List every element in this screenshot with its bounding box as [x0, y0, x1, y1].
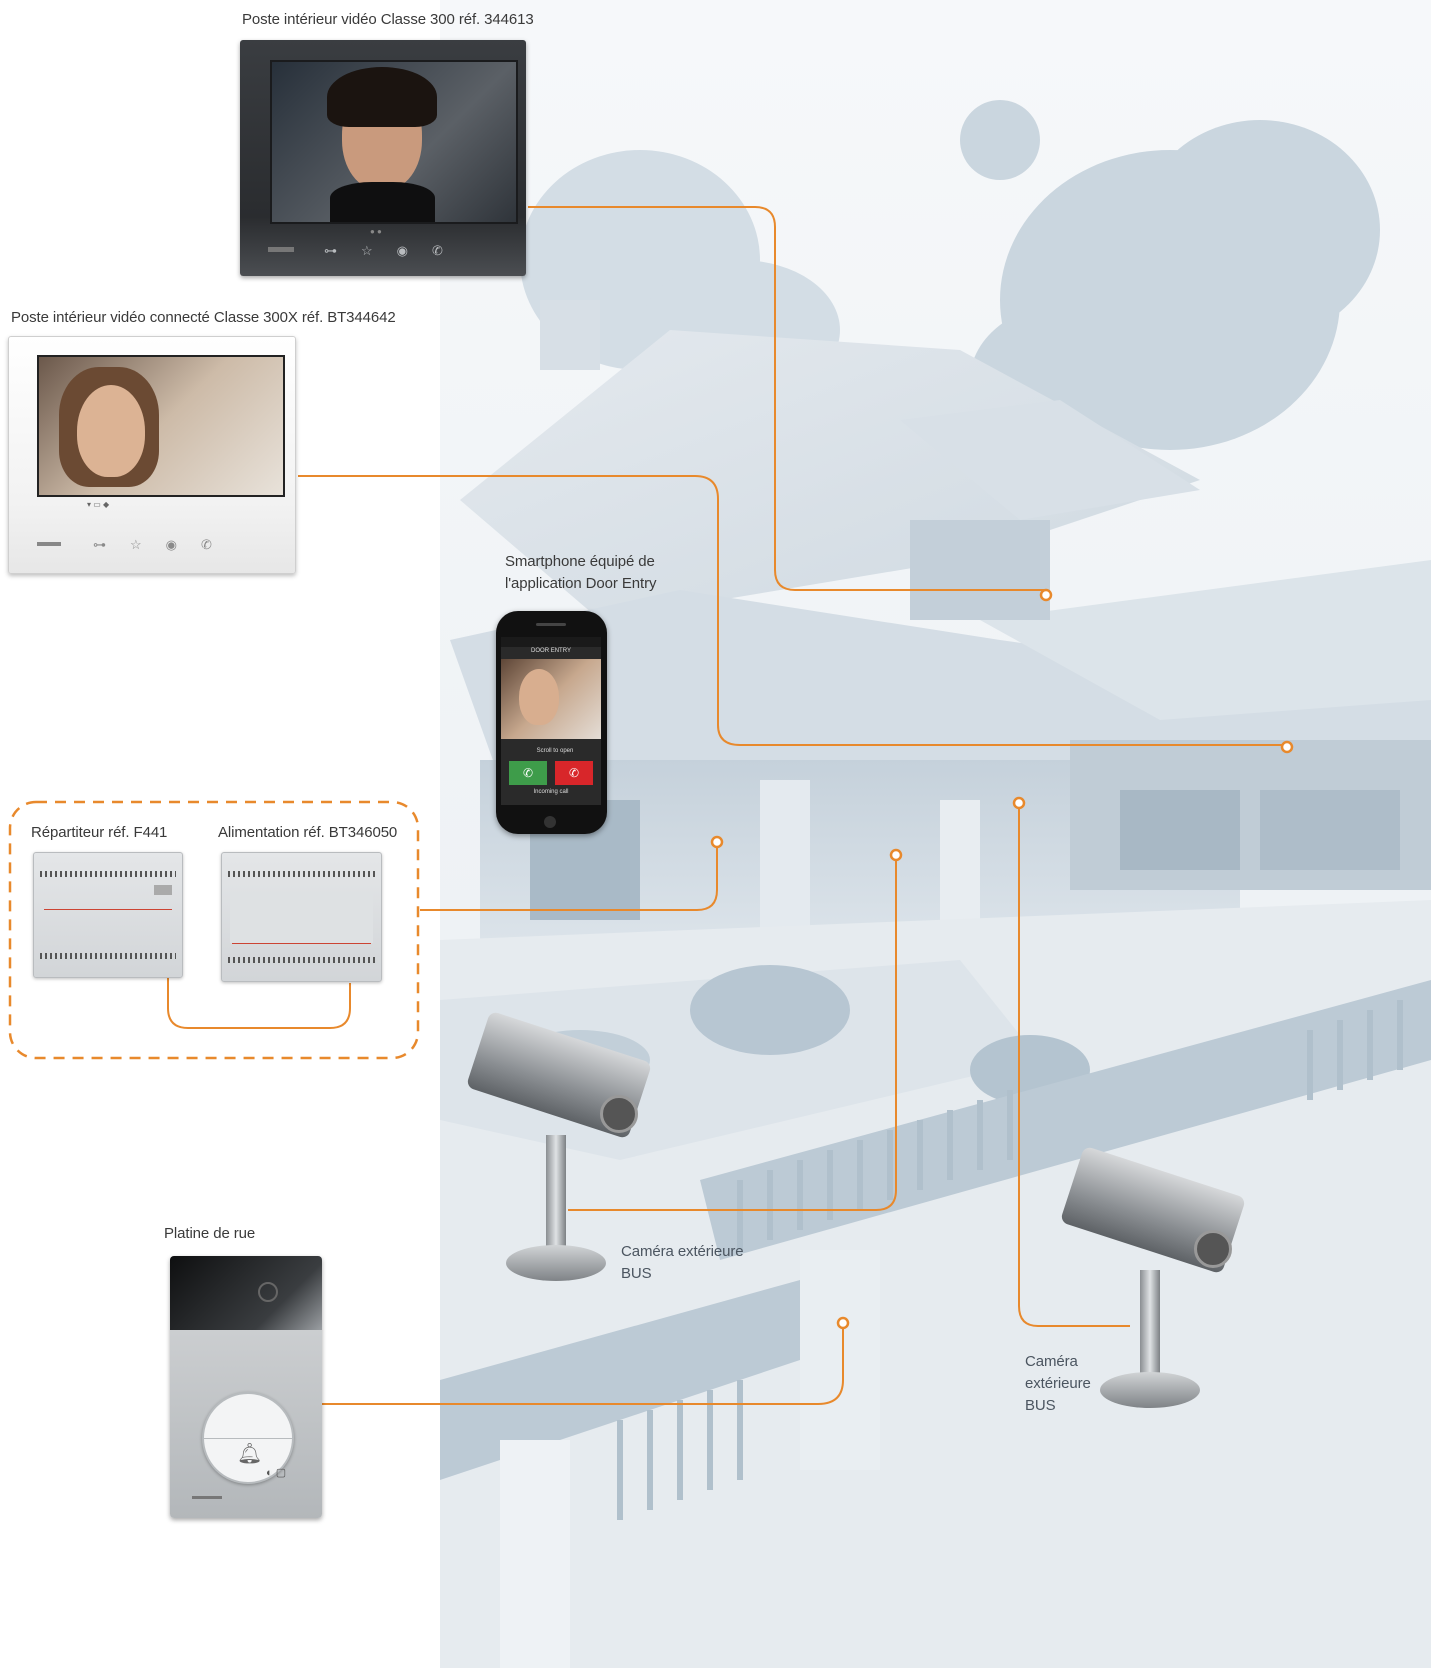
eye-icon[interactable]: ◉	[397, 243, 408, 259]
phone-speaker	[536, 623, 566, 626]
line-distributor	[420, 842, 718, 911]
eye-icon[interactable]: ◉	[166, 537, 177, 553]
smartphone-label-line2: l'application Door Entry	[505, 575, 657, 592]
camera-2-lens	[1194, 1230, 1232, 1268]
endpoint-3	[710, 835, 724, 849]
smartphone-label-line1: Smartphone équipé de	[505, 553, 655, 570]
door-panel: 🔔︎ ◐ ▢	[170, 1256, 322, 1518]
phone-app-title: DOOR ENTRY	[531, 648, 571, 654]
monitor-light-label: Poste intérieur vidéo connecté Classe 30…	[11, 309, 396, 326]
phone-icon[interactable]: ✆	[432, 243, 443, 259]
brand-logo	[192, 1496, 222, 1499]
endpoint-4	[889, 848, 903, 862]
endpoint-6	[836, 1316, 850, 1330]
camera-2	[1059, 1145, 1254, 1430]
phone-screen: DOOR ENTRY Scroll to open ✆ ✆ Incoming c…	[501, 637, 601, 805]
door-panel-camera-icon	[258, 1282, 278, 1302]
phone-home-button[interactable]	[544, 816, 556, 828]
monitor-classe-300x: ▾ ▭ ◆ ⊶ ☆ ◉ ✆	[8, 336, 296, 574]
line-internal	[167, 978, 351, 1029]
monitor-dark-label: Poste intérieur vidéo Classe 300 réf. 34…	[242, 11, 534, 28]
phone-answer-icon[interactable]: ✆	[509, 761, 547, 785]
camera-2-label-line1: Caméra	[1025, 1353, 1078, 1370]
endpoint-2	[1280, 740, 1294, 754]
distributor-f441	[33, 852, 183, 978]
power-supply-bt346050	[221, 852, 382, 982]
endpoint-5	[1012, 796, 1026, 810]
camera-1-mount	[546, 1135, 566, 1255]
phone-status-text: Incoming call	[533, 789, 569, 795]
monitor-dark-screen	[270, 60, 518, 224]
monitor-dark-leds: ● ●	[370, 227, 382, 236]
camera-2-mount	[1140, 1270, 1160, 1380]
door-panel-camera-window	[170, 1256, 322, 1330]
monitor-classe-300: ● ● ⊶ ☆ ◉ ✆	[240, 40, 526, 276]
door-panel-label: Platine de rue	[164, 1225, 256, 1242]
camera-2-label-line2: extérieure	[1025, 1375, 1091, 1392]
brand-logo	[37, 542, 61, 546]
camera-2-label-line3: BUS	[1025, 1397, 1056, 1414]
phone-scroll-text[interactable]: Scroll to open	[505, 748, 605, 754]
key-icon[interactable]: ⊶	[324, 243, 337, 259]
star-icon[interactable]: ☆	[130, 537, 142, 553]
smartphone: DOOR ENTRY Scroll to open ✆ ✆ Incoming c…	[496, 611, 607, 834]
door-panel-status-icons: ◐ ▢	[266, 1467, 287, 1479]
phone-hangup-icon[interactable]: ✆	[555, 761, 593, 785]
endpoint-1	[1039, 588, 1053, 602]
camera-1-lens	[600, 1095, 638, 1133]
monitor-light-screen	[37, 355, 285, 497]
phone-icon[interactable]: ✆	[201, 537, 212, 553]
bell-icon: 🔔︎	[237, 1443, 263, 1465]
brand-logo	[268, 247, 294, 252]
key-icon[interactable]: ⊶	[93, 537, 106, 553]
line-door-panel	[322, 1326, 844, 1405]
monitor-light-status-icons: ▾ ▭ ◆	[87, 500, 110, 509]
power-supply-label: Alimentation réf. BT346050	[218, 824, 398, 841]
distributor-label: Répartiteur réf. F441	[31, 824, 168, 841]
line-monitor-light	[298, 475, 1287, 746]
camera-1-label-line2: BUS	[621, 1265, 652, 1282]
phone-video	[501, 659, 601, 739]
line-monitor-dark	[528, 206, 1046, 591]
camera-1-base	[506, 1245, 606, 1281]
camera-1-label-line1: Caméra extérieure	[621, 1243, 744, 1260]
star-icon[interactable]: ☆	[361, 243, 373, 259]
camera-2-base	[1100, 1372, 1200, 1408]
